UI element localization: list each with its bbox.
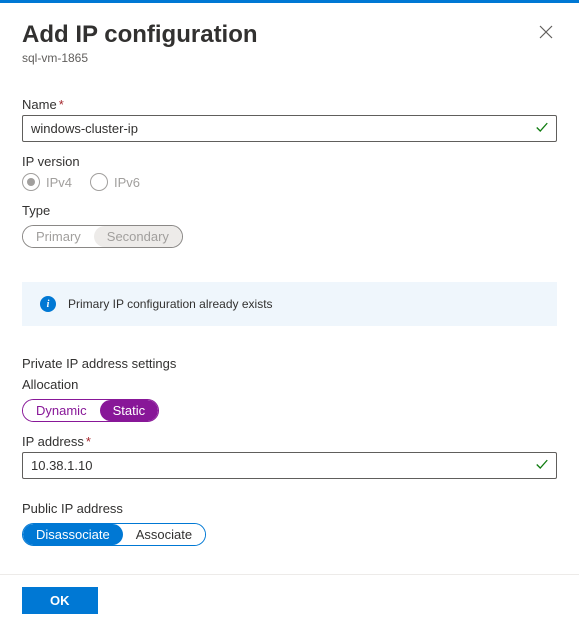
public-ip-toggle[interactable]: Disassociate Associate (22, 523, 206, 546)
valid-checkmark-icon (535, 457, 549, 474)
ip-address-label: IP address* (22, 434, 557, 449)
info-banner: i Primary IP configuration already exist… (22, 282, 557, 326)
page-subtitle: sql-vm-1865 (22, 51, 258, 65)
valid-checkmark-icon (535, 120, 549, 137)
name-label: Name* (22, 97, 557, 112)
ip-version-label: IP version (22, 154, 557, 169)
type-secondary-option: Secondary (94, 226, 182, 247)
info-message: Primary IP configuration already exists (68, 297, 273, 311)
name-input[interactable] (22, 115, 557, 142)
ipv4-radio: IPv4 (22, 173, 72, 191)
public-ip-label: Public IP address (22, 501, 557, 516)
private-ip-section-heading: Private IP address settings (22, 356, 557, 371)
type-primary-option: Primary (23, 226, 94, 247)
page-title: Add IP configuration (22, 21, 258, 49)
ipv6-radio: IPv6 (90, 173, 140, 191)
public-ip-associate-option[interactable]: Associate (123, 524, 205, 545)
allocation-dynamic-option[interactable]: Dynamic (23, 400, 100, 421)
panel-header: Add IP configuration sql-vm-1865 (22, 21, 557, 65)
allocation-static-option[interactable]: Static (100, 400, 159, 421)
allocation-toggle[interactable]: Dynamic Static (22, 399, 159, 422)
ip-address-input[interactable] (22, 452, 557, 479)
close-icon[interactable] (535, 21, 557, 46)
ok-button[interactable]: OK (22, 587, 98, 614)
type-label: Type (22, 203, 557, 218)
footer: OK (0, 574, 579, 626)
public-ip-disassociate-option[interactable]: Disassociate (23, 524, 123, 545)
allocation-label: Allocation (22, 377, 557, 392)
type-toggle: Primary Secondary (22, 225, 183, 248)
info-icon: i (40, 296, 56, 312)
